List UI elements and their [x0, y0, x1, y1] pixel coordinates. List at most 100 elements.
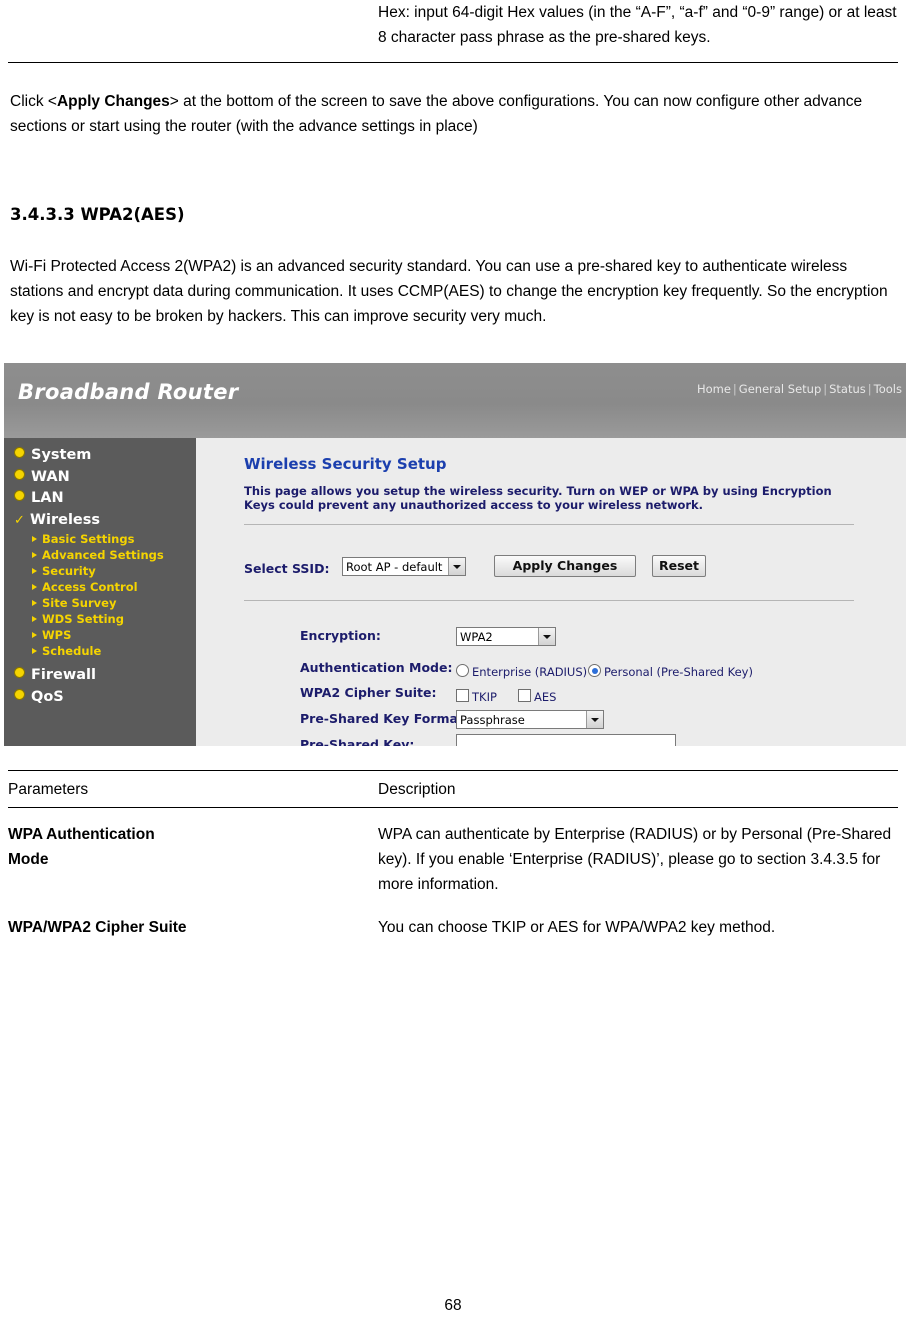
sidebar-item-label: Access Control — [42, 580, 138, 594]
psk-format-label: Pre-Shared Key Format: — [300, 711, 469, 726]
bullet-icon — [14, 688, 25, 700]
nav-tools[interactable]: Tools — [874, 382, 902, 396]
sidebar-item-label: WPS — [42, 628, 72, 642]
router-header: Broadband Router Home | General Setup | Stat… — [4, 363, 906, 438]
table-header-row: Parameters Description — [8, 777, 898, 802]
bullet-icon — [14, 468, 25, 480]
router-brand-title: Broadband Router — [18, 380, 239, 404]
param-line-2: Mode — [8, 851, 49, 868]
continued-table: Hex: input 64-digit Hex values (in the “… — [8, 0, 898, 50]
select-ssid-dropdown[interactable]: Root AP - default — [342, 557, 466, 576]
auth-personal-label: Personal (Pre-Shared Key) — [604, 665, 753, 679]
section-heading: 3.4.3.3 WPA2(AES) — [10, 205, 185, 224]
sidebar-item-wds-setting[interactable]: WDS Setting — [4, 611, 196, 627]
sidebar-item-qos[interactable]: QoS — [4, 687, 196, 709]
table-row: WPA/WPA2 Cipher Suite You can choose TKI… — [8, 915, 898, 940]
nav-separator: | — [823, 382, 828, 396]
bullet-icon — [14, 447, 25, 458]
psk-format-value: Passphrase — [460, 713, 525, 727]
radio-personal[interactable] — [588, 664, 601, 677]
sidebar-item-firewall[interactable]: Firewall — [4, 665, 196, 687]
arrow-icon — [32, 536, 37, 542]
hex-note-cell: Hex: input 64-digit Hex values (in the “… — [378, 4, 897, 46]
empty-param-cell — [8, 0, 378, 50]
sidebar-item-label: Basic Settings — [42, 532, 135, 546]
sidebar-item-label: Schedule — [42, 644, 102, 658]
sidebar-item-system[interactable]: System — [4, 445, 196, 467]
authentication-mode-label: Authentication Mode: — [300, 660, 453, 675]
param-line-1: WPA/WPA2 Cipher Suite — [8, 919, 187, 936]
arrow-icon — [32, 584, 37, 590]
nav-separator: | — [732, 382, 737, 396]
checkbox-tkip[interactable] — [456, 689, 469, 702]
nav-status[interactable]: Status — [829, 382, 866, 396]
chevron-down-icon — [448, 558, 465, 575]
cipher-tkip-label: TKIP — [472, 690, 497, 704]
sidebar-item-label: QoS — [31, 688, 64, 705]
nav-general-setup[interactable]: General Setup — [739, 382, 821, 396]
params-table-top-rule — [8, 770, 898, 771]
select-ssid-value: Root AP - default — [346, 560, 443, 574]
panel-description: This page allows you setup the wireless … — [244, 484, 832, 512]
cipher-aes-checkbox-group[interactable]: AES — [518, 686, 556, 705]
auth-personal-radio-group[interactable]: Personal (Pre-Shared Key) — [588, 661, 753, 680]
sidebar-item-lan[interactable]: LAN — [4, 488, 196, 510]
apply-changes-button[interactable]: Apply Changes — [494, 555, 636, 577]
arrow-icon — [32, 552, 37, 558]
apply-changes-paragraph: Click <Apply Changes> at the bottom of t… — [8, 89, 898, 139]
bullet-icon — [14, 490, 25, 501]
psk-input[interactable] — [456, 734, 676, 746]
encryption-value: WPA2 — [460, 630, 493, 644]
sidebar-item-schedule[interactable]: Schedule — [4, 643, 196, 659]
sidebar-item-label: System — [31, 447, 92, 463]
arrow-icon — [32, 632, 37, 638]
params-table-header-rule — [8, 807, 898, 808]
param-name-cell: WPA Authentication Mode — [8, 822, 378, 897]
encryption-dropdown[interactable]: WPA2 — [456, 627, 556, 646]
sidebar-item-access-control[interactable]: Access Control — [4, 579, 196, 595]
sidebar-item-label: Wireless — [30, 511, 101, 528]
chevron-down-icon — [586, 711, 603, 728]
parameters-table: Parameters Description — [8, 777, 898, 802]
sidebar-item-label: WAN — [31, 468, 70, 485]
bullet-icon — [14, 667, 25, 678]
sidebar-item-site-survey[interactable]: Site Survey — [4, 595, 196, 611]
sidebar-item-security[interactable]: Security — [4, 563, 196, 579]
sidebar-item-wireless[interactable]: ✓ Wireless — [4, 510, 196, 532]
router-sidebar: System WAN LAN ✓ Wireless Basic Settings … — [4, 438, 196, 746]
panel-title: Wireless Security Setup — [244, 455, 447, 473]
router-content-panel: Wireless Security Setup This page allows… — [196, 438, 906, 746]
radio-enterprise[interactable] — [456, 664, 469, 677]
spacer-cell — [378, 897, 898, 915]
auth-enterprise-radio-group[interactable]: Enterprise (RADIUS) — [456, 661, 587, 680]
param-line-1: WPA Authentication — [8, 826, 155, 843]
section-body: Wi-Fi Protected Access 2(WPA2) is an adv… — [10, 258, 888, 325]
arrow-icon — [32, 616, 37, 622]
reset-button[interactable]: Reset — [652, 555, 706, 577]
sidebar-item-label: Firewall — [31, 667, 96, 683]
table-row: Hex: input 64-digit Hex values (in the “… — [8, 0, 898, 50]
document-page: Hex: input 64-digit Hex values (in the “… — [0, 0, 906, 1327]
apply-text-before: Click < — [10, 93, 57, 110]
nav-home[interactable]: Home — [697, 382, 731, 396]
chevron-down-icon — [538, 628, 555, 645]
nav-separator: | — [867, 382, 872, 396]
arrow-icon — [32, 568, 37, 574]
psk-label: Pre-Shared Key: — [300, 737, 415, 746]
cipher-aes-label: AES — [534, 690, 557, 704]
apply-changes-bold: Apply Changes — [56, 93, 170, 110]
sidebar-item-wan[interactable]: WAN — [4, 467, 196, 489]
router-top-nav: Home | General Setup | Status | Tools — [697, 382, 902, 396]
sidebar-item-advanced-settings[interactable]: Advanced Settings — [4, 547, 196, 563]
encryption-label: Encryption: — [300, 628, 381, 643]
psk-format-dropdown[interactable]: Passphrase — [456, 710, 604, 729]
sidebar-item-wps[interactable]: WPS — [4, 627, 196, 643]
cipher-tkip-checkbox-group[interactable]: TKIP — [456, 686, 497, 705]
table-row-spacer — [8, 897, 898, 915]
sidebar-item-label: Advanced Settings — [42, 548, 164, 562]
cipher-suite-label: WPA2 Cipher Suite: — [300, 685, 437, 700]
checkbox-aes[interactable] — [518, 689, 531, 702]
sidebar-item-label: Site Survey — [42, 596, 117, 610]
sidebar-item-basic-settings[interactable]: Basic Settings — [4, 531, 196, 547]
param-description-cell: You can choose TKIP or AES for WPA/WPA2 … — [378, 919, 776, 936]
